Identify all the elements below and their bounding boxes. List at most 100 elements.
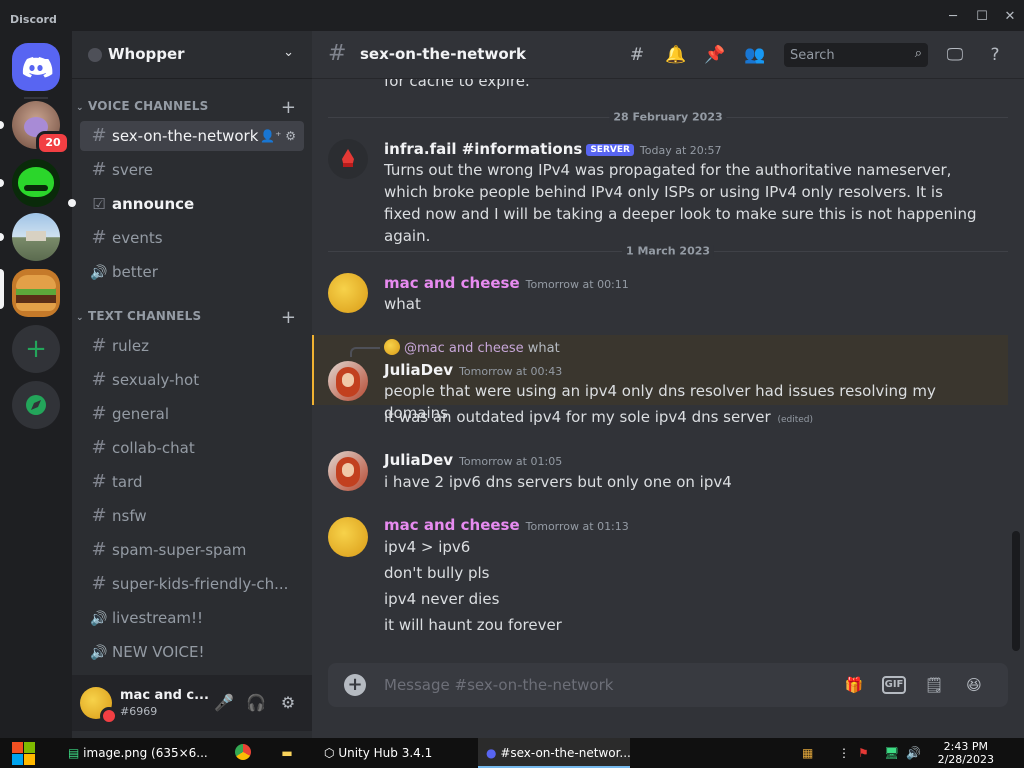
settings-gear-icon[interactable]: ⚙	[276, 691, 300, 715]
channel-collab-chat[interactable]: # collab-chat	[80, 433, 304, 463]
message-text: ipv4 > ipv6	[384, 538, 471, 556]
hash-icon: #	[91, 505, 107, 526]
scrollbar[interactable]	[1012, 531, 1020, 651]
gif-button[interactable]: GIF	[882, 676, 906, 694]
channel-tard[interactable]: # tard	[80, 467, 304, 497]
channel-svere[interactable]: # svere	[80, 155, 304, 185]
chevron-icon: ⌄	[76, 103, 84, 113]
avatar	[384, 339, 400, 355]
add-channel-icon[interactable]: +	[281, 99, 296, 117]
file-explorer-icon[interactable]: ▬	[270, 738, 304, 768]
server-header[interactable]: Whopper ⌄	[72, 31, 312, 79]
taskbar-unity-hub[interactable]: ⬡ Unity Hub 3.4.1	[316, 738, 472, 768]
emoji-icon[interactable]: 😆	[962, 673, 986, 697]
channel-better[interactable]: 🔊 better	[80, 257, 304, 287]
microphone-icon[interactable]: 🎤	[212, 691, 236, 715]
channel-general[interactable]: # general	[80, 399, 304, 429]
search-input[interactable]	[784, 43, 894, 67]
channel-sex-on-the-network[interactable]: # sex-on-the-network 👤⁺ ⚙	[80, 121, 304, 151]
taskbar-discord[interactable]: ● #sex-on-the-networ...	[478, 738, 630, 768]
app-title: Discord	[10, 13, 57, 26]
search-box[interactable]: ⌕	[784, 43, 928, 67]
selected-indicator	[0, 269, 4, 309]
volume-icon[interactable]: 🔊	[906, 738, 921, 768]
windows-start-icon[interactable]	[0, 738, 52, 768]
channel-events[interactable]: # events	[80, 223, 304, 253]
speaker-icon: 🔊	[90, 265, 108, 281]
sticker-icon[interactable]: 🗒	[922, 673, 946, 697]
hash-icon: #	[91, 573, 107, 594]
add-channel-icon[interactable]: +	[281, 309, 296, 327]
maximize-icon[interactable]: ☐	[975, 10, 989, 24]
chrome-icon[interactable]	[226, 738, 260, 768]
add-server-icon[interactable]: +	[12, 325, 60, 373]
avatar[interactable]	[328, 139, 368, 179]
search-icon: ⌕	[914, 46, 922, 61]
channel-new-voice[interactable]: 🔊 NEW VOICE!	[80, 637, 304, 667]
bell-icon[interactable]: 🔔	[665, 44, 687, 66]
threads-icon[interactable]: #	[626, 44, 648, 66]
reply-connector	[350, 347, 380, 357]
voice-category[interactable]: ⌄ VOICE CHANNELS	[76, 99, 208, 119]
hash-icon: #	[328, 41, 347, 66]
channel-spam-super-spam[interactable]: # spam-super-spam	[80, 535, 304, 565]
title-bar: Discord ─ ☐ ✕	[0, 0, 1024, 31]
edited-label: (edited)	[777, 415, 814, 425]
avatar[interactable]	[328, 273, 368, 313]
channel-nsfw[interactable]: # nsfw	[80, 501, 304, 531]
hash-icon: #	[91, 471, 107, 492]
home-button[interactable]	[12, 43, 60, 91]
hash-icon: #	[91, 539, 107, 560]
keyboard-icon[interactable]: ▦	[802, 738, 813, 768]
headphones-icon[interactable]: 🎧	[244, 691, 268, 715]
chevron-down-icon[interactable]: ⌄	[283, 45, 294, 60]
whopper-guild-icon[interactable]	[12, 269, 60, 317]
avatar[interactable]	[328, 517, 368, 557]
channel-super-kids-friendly[interactable]: # super-kids-friendly-ch...	[80, 569, 304, 599]
username[interactable]: mac and c...	[120, 688, 209, 703]
members-icon[interactable]: 👥	[744, 44, 766, 66]
channel-livestream[interactable]: 🔊 livestream!!	[80, 603, 304, 633]
unread-indicator	[0, 233, 4, 241]
message-author[interactable]: mac and cheese Tomorrow at 01:13	[384, 516, 629, 534]
invite-settings-icons[interactable]: 👤⁺ ⚙	[260, 121, 296, 151]
taskbar-image-viewer[interactable]: ▤ image.png (635×6...	[60, 738, 220, 768]
guild-2-icon[interactable]	[12, 159, 60, 207]
message-author[interactable]: mac and cheese Tomorrow at 00:11	[384, 274, 629, 292]
avatar[interactable]	[328, 451, 368, 491]
date-divider: 1 March 2023	[328, 244, 1008, 258]
hash-icon: #	[91, 125, 107, 146]
message-author[interactable]: JuliaDev Tomorrow at 01:05	[384, 451, 562, 469]
message-author[interactable]: JuliaDev Tomorrow at 00:43	[384, 361, 562, 379]
message-input[interactable]	[384, 663, 834, 707]
overflow-icon[interactable]: ⋮	[838, 738, 850, 768]
system-clock[interactable]: 2:43 PM 2/28/2023	[938, 740, 994, 766]
close-icon[interactable]: ✕	[1003, 10, 1017, 24]
channel-rulez[interactable]: # rulez	[80, 331, 304, 361]
pin-icon[interactable]: 📌	[704, 44, 726, 66]
minimize-icon[interactable]: ─	[946, 10, 960, 24]
message-text: for cache to expire.	[384, 79, 530, 90]
guild-3-icon[interactable]	[12, 213, 60, 261]
reply-preview[interactable]: @mac and cheese what	[384, 339, 560, 356]
channel-announce[interactable]: ☑ announce	[80, 189, 304, 219]
windows-taskbar: ▤ image.png (635×6... ▬ ⬡ Unity Hub 3.4.…	[0, 738, 1024, 768]
channel-sexualy-hot[interactable]: # sexualy-hot	[80, 365, 304, 395]
help-icon[interactable]: ?	[984, 44, 1006, 66]
gift-icon[interactable]: 🎁	[842, 673, 866, 697]
hash-icon: #	[91, 159, 107, 180]
upload-plus-icon[interactable]: +	[344, 674, 366, 696]
message-composer: + 🎁 GIF 🗒 😆	[328, 663, 1008, 707]
server-list: 20 +	[0, 31, 72, 738]
avatar[interactable]	[328, 361, 368, 401]
message-list: for cache to expire. 28 February 2023 in…	[312, 79, 1024, 649]
message-author[interactable]: infra.fail #informations SERVER Today at 2…	[384, 140, 721, 158]
network-icon[interactable]: 🖥	[884, 738, 899, 768]
text-category[interactable]: ⌄ TEXT CHANNELS	[76, 309, 201, 329]
inbox-icon[interactable]: 🖵	[944, 44, 966, 66]
channel-sidebar: Whopper ⌄ ⌄ VOICE CHANNELS + # sex-on-the-…	[68, 31, 312, 738]
explore-icon[interactable]	[12, 381, 60, 429]
chevron-icon: ⌄	[76, 313, 84, 323]
hash-icon: #	[91, 335, 107, 356]
flag-icon[interactable]: ⚑	[858, 738, 869, 768]
